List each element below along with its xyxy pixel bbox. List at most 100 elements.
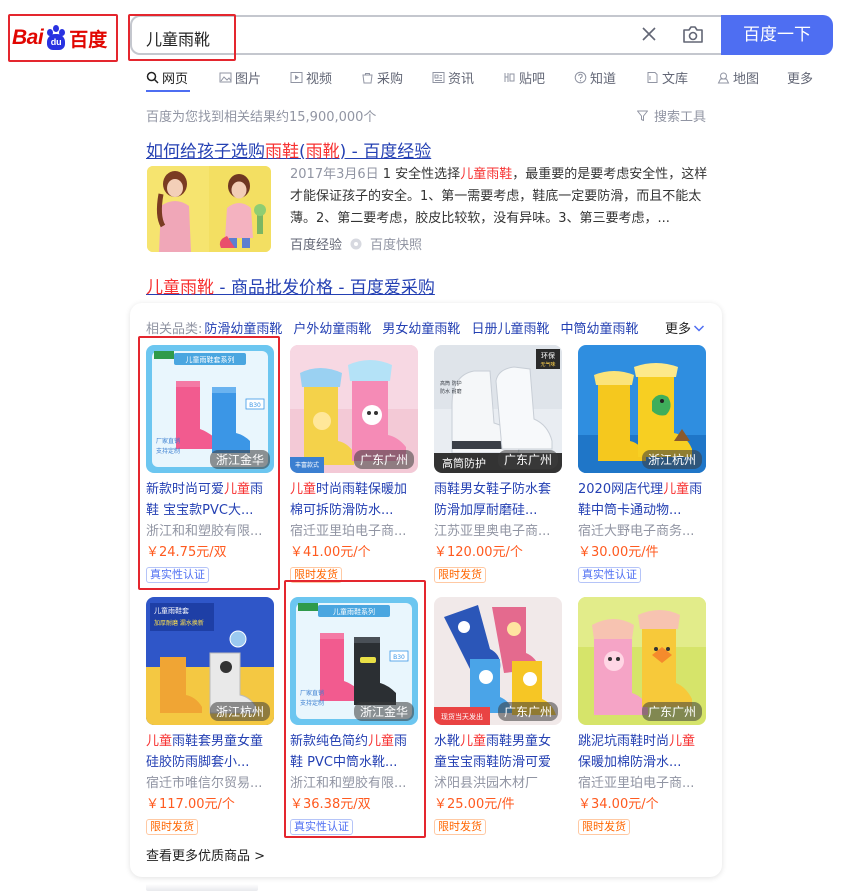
purchase-icon [362, 72, 373, 83]
search-tools-label: 搜索工具 [654, 110, 707, 125]
image-text: 无气味 [540, 361, 555, 368]
product-item[interactable]: 儿童雨鞋套 加厚耐磨 漏水换新 浙江杭州 儿童雨鞋套男童女童硅胶防雨脚套小...… [146, 597, 274, 835]
category-link[interactable]: 日册儿童雨靴 [471, 318, 549, 337]
header: Bai du 百度 儿童雨靴 百度一下 [0, 0, 859, 64]
category-link[interactable]: 户外幼童雨靴 [293, 318, 371, 337]
shop-name[interactable]: 宿迁亚里珀电子商... [290, 521, 418, 542]
product-image[interactable]: 丰富款式 广东广州 [290, 345, 418, 473]
source-name[interactable]: 百度经验 [290, 234, 342, 253]
more-label: 更多 [665, 322, 692, 337]
tab-news[interactable]: 资讯 [432, 66, 503, 88]
product-price: ￥30.00元/件 [578, 545, 659, 560]
product-title[interactable]: 儿童时尚雨鞋保暖加棉可拆防滑防水... [290, 479, 418, 521]
category-link[interactable]: 中筒幼童雨靴 [560, 318, 638, 337]
girl-photo-image [147, 166, 271, 252]
product-item[interactable]: 广东广州 跳泥坑雨鞋时尚儿童保暖加棉防滑水... 宿迁亚里珀电子商... ￥34… [578, 597, 706, 835]
tieba-icon [504, 72, 515, 82]
search-tools-button[interactable]: 搜索工具 [636, 106, 706, 125]
product-title[interactable]: 跳泥坑雨鞋时尚儿童保暖加棉防滑水... [578, 731, 706, 773]
see-more-products-link[interactable]: 查看更多优质商品 > [146, 845, 265, 864]
tab-label: 文库 [662, 71, 689, 87]
tab-label: 图片 [235, 71, 262, 87]
video-icon [290, 71, 303, 83]
product-price: ￥117.00元/个 [146, 797, 235, 812]
product-title[interactable]: 儿童雨鞋套男童女童硅胶防雨脚套小... [146, 731, 274, 773]
product-item[interactable]: 现货当天发出 广东广州 水靴儿童雨鞋男童女童宝宝雨鞋防滑可爱尚... 沭阳县洪园… [434, 597, 562, 835]
result-thumbnail[interactable] [147, 166, 271, 252]
title-part: ) - 百度经验 [339, 142, 432, 162]
baidu-logo[interactable]: Bai du 百度 [12, 20, 107, 56]
shop-name[interactable]: 沭阳县洪园木材厂 [434, 773, 562, 794]
tab-zhidao[interactable]: 知道 [574, 66, 646, 88]
more-categories-button[interactable]: 更多 [665, 318, 705, 337]
title-part: 保暖加棉防滑水... [578, 755, 682, 770]
tab-label: 知道 [590, 71, 617, 87]
snippet-part: 1 安全性选择 [378, 167, 461, 182]
tab-videos[interactable]: 视频 [290, 66, 361, 88]
tab-tieba[interactable]: 贴吧 [503, 66, 574, 88]
category-link[interactable]: 防滑幼童雨靴 [204, 318, 282, 337]
product-image[interactable]: 环保 无气味 高筒 防护 防水 耐磨 高筒防护 广东广州 [434, 345, 562, 473]
product-image[interactable]: 现货当天发出 广东广州 [434, 597, 562, 725]
tab-wenku[interactable]: 文库 [646, 66, 717, 88]
title-part: ( [299, 142, 306, 162]
tab-purchase[interactable]: 采购 [361, 66, 432, 88]
location-badge: 广东广州 [497, 450, 558, 469]
result-title-link[interactable]: 如何给孩子选购雨鞋(雨靴) - 百度经验 [146, 137, 431, 162]
product-item[interactable]: 丰富款式 广东广州 儿童时尚雨鞋保暖加棉可拆防滑防水... 宿迁亚里珀电子商..… [290, 345, 418, 583]
result-count: 百度为您找到相关结果约15,900,000个 [146, 110, 377, 125]
tab-web[interactable]: 网页 [146, 66, 219, 88]
question-icon [574, 71, 587, 83]
product-title[interactable]: 2020网店代理儿童雨鞋中筒卡通动物... [578, 479, 706, 521]
product-title[interactable]: 水靴儿童雨鞋男童女童宝宝雨鞋防滑可爱尚... [434, 731, 562, 773]
fast-ship-badge: 限时发货 [434, 819, 486, 835]
title-part: 水靴 [434, 734, 461, 749]
product-title[interactable]: 雨鞋男女鞋子防水套防滑加厚耐磨硅... [434, 479, 562, 521]
close-icon[interactable] [640, 25, 658, 43]
title-highlight: 雨鞋 [265, 142, 299, 162]
search-button[interactable]: 百度一下 [721, 15, 833, 55]
product-item[interactable]: 环保 无气味 高筒 防护 防水 耐磨 高筒防护 广东广州 雨鞋男女鞋子防水套防滑… [434, 345, 562, 583]
search-input[interactable]: 儿童雨靴 [146, 26, 210, 50]
snapshot-link[interactable]: 百度快照 [370, 234, 422, 253]
location-badge: 浙江杭州 [209, 702, 270, 721]
title-highlight: 儿童 [290, 482, 317, 497]
fast-ship-badge: 限时发货 [434, 567, 486, 583]
location-badge: 广东广州 [641, 702, 702, 721]
image-text: 环保 [541, 351, 555, 360]
image-text: 丰富款式 [295, 461, 319, 469]
product-price: ￥25.00元/件 [434, 797, 515, 812]
tab-label: 网页 [162, 71, 189, 87]
search-tabs: 网页 图片 视频 采购 资讯 贴吧 知道 文库 地图 更多 [146, 66, 813, 90]
categories-label: 相关品类: [146, 322, 203, 337]
tab-label: 视频 [306, 71, 333, 87]
shop-name[interactable]: 宿迁大野电子商务... [578, 521, 706, 542]
title-highlight: 儿童 [663, 482, 690, 497]
image-icon [219, 72, 232, 82]
shop-name[interactable]: 宿迁亚里珀电子商... [578, 773, 706, 794]
category-link[interactable]: 男女幼童雨靴 [382, 318, 460, 337]
title-highlight: 儿童 [460, 734, 487, 749]
result-title-link[interactable]: 儿童雨靴 - 商品批发价格 - 百度爱采购 [146, 273, 435, 298]
product-image[interactable]: 浙江杭州 [578, 345, 706, 473]
image-text: 儿童雨鞋套 [154, 606, 189, 615]
product-item[interactable]: 浙江杭州 2020网店代理儿童雨鞋中筒卡通动物... 宿迁大野电子商务... ￥… [578, 345, 706, 583]
result-snippet: 2017年3月6日 1 安全性选择儿童雨鞋，最重要的是要考虑安全性，这样才能保证… [290, 164, 708, 230]
camera-icon[interactable] [682, 24, 704, 44]
title-highlight: 儿童 [669, 734, 696, 749]
product-image[interactable]: 儿童雨鞋套 加厚耐磨 漏水换新 浙江杭州 [146, 597, 274, 725]
tab-more[interactable]: 更多 [787, 66, 813, 88]
location-badge: 广东广州 [497, 702, 558, 721]
shop-name[interactable]: 江苏亚里奥电子商... [434, 521, 562, 542]
shop-name[interactable]: 宿迁市唯信尔贸易... [146, 773, 274, 794]
next-result-cutoff [146, 884, 258, 891]
tab-map[interactable]: 地图 [717, 66, 787, 88]
news-icon [432, 71, 445, 83]
image-text: 防水 耐磨 [440, 388, 462, 395]
tab-images[interactable]: 图片 [219, 66, 290, 88]
image-text: 高筒防护 [442, 456, 486, 470]
product-image[interactable]: 广东广州 [578, 597, 706, 725]
tab-label: 地图 [733, 71, 760, 87]
product-price: ￥120.00元/个 [434, 545, 523, 560]
filter-icon [637, 110, 648, 121]
